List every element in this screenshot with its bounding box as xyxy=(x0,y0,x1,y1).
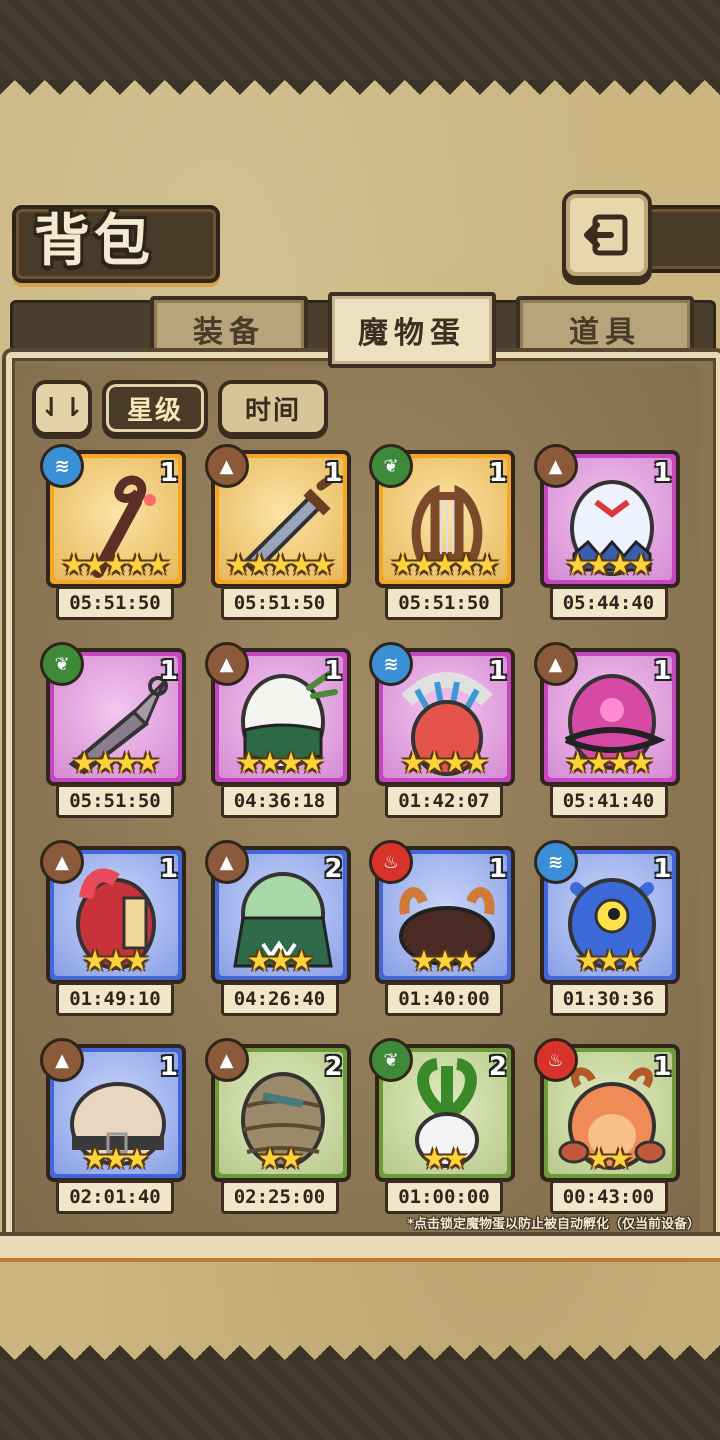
egg-hatch-timer: 02:25:00 xyxy=(220,1180,339,1214)
egg-quantity: 1 xyxy=(159,1052,178,1082)
earth-element-icon: ▲ xyxy=(204,840,249,884)
egg-star-rating: ★★★★★ xyxy=(390,548,500,581)
egg-quantity: 2 xyxy=(488,1052,507,1082)
egg-star-rating: ★★★★ xyxy=(400,746,489,779)
panel-footer-bar xyxy=(0,1232,720,1262)
egg-hatch-timer: 05:41:40 xyxy=(549,784,668,818)
egg-quantity: 1 xyxy=(488,458,507,488)
egg-quantity: 1 xyxy=(159,656,178,686)
egg-star-rating: ★★★ xyxy=(82,944,149,977)
egg-star-rating: ★★★★ xyxy=(565,746,653,779)
back-arrow-icon xyxy=(584,214,628,256)
egg-quantity: 1 xyxy=(488,854,507,884)
egg-card[interactable]: ▲ 1 ★★★★ 04:36:18 xyxy=(204,642,351,818)
fire-element-icon: ♨ xyxy=(369,840,413,884)
egg-star-rating: ★★★ xyxy=(246,944,314,977)
egg-star-rating: ★★ xyxy=(586,1142,632,1175)
egg-card[interactable]: ▲ 1 ★★★★ 05:44:40 xyxy=(533,444,680,620)
egg-hatch-timer: 04:36:18 xyxy=(220,784,339,818)
egg-card[interactable]: ▲ 1 ★★★ 01:49:10 xyxy=(40,840,186,1016)
egg-star-rating: ★★★ xyxy=(82,1142,149,1175)
torn-edge-top xyxy=(0,80,720,110)
earth-element-icon: ▲ xyxy=(533,642,578,686)
egg-hatch-timer: 01:49:10 xyxy=(56,982,174,1016)
egg-hatch-timer: 05:51:50 xyxy=(385,586,503,620)
egg-card[interactable]: ❦ 1 ★★★★ 05:51:50 xyxy=(40,642,186,818)
egg-hatch-timer: 01:40:00 xyxy=(385,982,503,1016)
egg-quantity: 1 xyxy=(159,458,178,488)
egg-hatch-timer: 05:51:50 xyxy=(56,586,174,620)
egg-card[interactable]: ▲ 1 ★★★★ 05:41:40 xyxy=(533,642,680,818)
fire-element-icon: ♨ xyxy=(533,1038,578,1082)
sort-by-time-button[interactable]: 时间 xyxy=(218,380,328,436)
egg-hatch-timer: 05:51:50 xyxy=(56,784,174,818)
egg-star-rating: ★★★★★ xyxy=(225,548,336,581)
egg-quantity: 1 xyxy=(324,458,343,488)
egg-card[interactable]: ♨ 1 ★★ 00:43:00 xyxy=(533,1038,680,1214)
sort-direction-button[interactable]: ⇃⇂ xyxy=(32,380,92,436)
water-element-icon: ≋ xyxy=(40,444,84,488)
wind-element-icon: ❦ xyxy=(369,444,413,488)
egg-quantity: 1 xyxy=(324,656,343,686)
tab-monster-eggs[interactable]: 魔物蛋 xyxy=(328,292,496,368)
egg-quantity: 2 xyxy=(324,854,343,884)
earth-element-icon: ▲ xyxy=(204,642,249,686)
top-dark-band xyxy=(0,0,720,80)
earth-element-icon: ▲ xyxy=(40,1038,84,1082)
egg-hatch-timer: 02:01:40 xyxy=(56,1180,174,1214)
egg-hatch-timer: 05:51:50 xyxy=(220,586,339,620)
egg-star-rating: ★★★ xyxy=(411,944,478,977)
egg-star-rating: ★★★★ xyxy=(71,746,160,779)
egg-hatch-timer: 01:42:07 xyxy=(385,784,503,818)
egg-card[interactable]: ▲ 1 ★★★ 02:01:40 xyxy=(40,1038,186,1214)
sort-by-stars-button[interactable]: 星级 xyxy=(102,380,208,436)
wind-element-icon: ❦ xyxy=(369,1038,413,1082)
egg-card[interactable]: ❦ 2 ★★ 01:00:00 xyxy=(369,1038,515,1214)
egg-card[interactable]: ≋ 1 ★★★ 01:30:36 xyxy=(533,840,680,1016)
egg-quantity: 1 xyxy=(488,656,507,686)
egg-star-rating: ★★ xyxy=(421,1142,468,1175)
egg-hatch-timer: 00:43:00 xyxy=(549,1180,668,1214)
water-element-icon: ≋ xyxy=(369,642,413,686)
egg-card[interactable]: ≋ 1 ★★★★★ 05:51:50 xyxy=(40,444,186,620)
wind-element-icon: ❦ xyxy=(40,642,84,686)
egg-star-rating: ★★ xyxy=(257,1142,303,1175)
egg-hatch-timer: 05:44:40 xyxy=(549,586,668,620)
egg-hatch-timer: 01:30:36 xyxy=(549,982,668,1016)
egg-card[interactable]: ♨ 1 ★★★ 01:40:00 xyxy=(369,840,515,1016)
egg-card[interactable]: ▲ 1 ★★★★★ 05:51:50 xyxy=(204,444,351,620)
egg-quantity: 1 xyxy=(159,854,178,884)
egg-hatch-timer: 04:26:40 xyxy=(220,982,339,1016)
egg-quantity: 1 xyxy=(653,458,672,488)
egg-star-rating: ★★★★ xyxy=(565,548,653,581)
back-button-rail xyxy=(640,205,720,273)
back-button[interactable] xyxy=(562,190,652,280)
egg-card[interactable]: ▲ 2 ★★ 02:25:00 xyxy=(204,1038,351,1214)
bottom-dark-band xyxy=(0,1360,720,1440)
egg-quantity: 2 xyxy=(324,1052,343,1082)
egg-star-rating: ★★★ xyxy=(575,944,643,977)
egg-star-rating: ★★★★★ xyxy=(61,548,171,581)
earth-element-icon: ▲ xyxy=(204,444,249,488)
torn-edge-bottom xyxy=(0,1330,720,1360)
egg-card[interactable]: ❦ 1 ★★★★★ 05:51:50 xyxy=(369,444,515,620)
egg-card[interactable]: ≋ 1 ★★★★ 01:42:07 xyxy=(369,642,515,818)
water-element-icon: ≋ xyxy=(533,840,578,884)
page-title: 背包 xyxy=(34,209,154,274)
earth-element-icon: ▲ xyxy=(533,444,578,488)
egg-star-rating: ★★★★ xyxy=(236,746,324,779)
earth-element-icon: ▲ xyxy=(40,840,84,884)
egg-card[interactable]: ▲ 2 ★★★ 04:26:40 xyxy=(204,840,351,1016)
egg-quantity: 1 xyxy=(653,656,672,686)
egg-quantity: 1 xyxy=(653,854,672,884)
lock-hint-text: *点击锁定魔物蛋以防止被自动孵化（仅当前设备） xyxy=(407,1217,700,1232)
egg-hatch-timer: 01:00:00 xyxy=(385,1180,503,1214)
egg-quantity: 1 xyxy=(653,1052,672,1082)
earth-element-icon: ▲ xyxy=(204,1038,249,1082)
